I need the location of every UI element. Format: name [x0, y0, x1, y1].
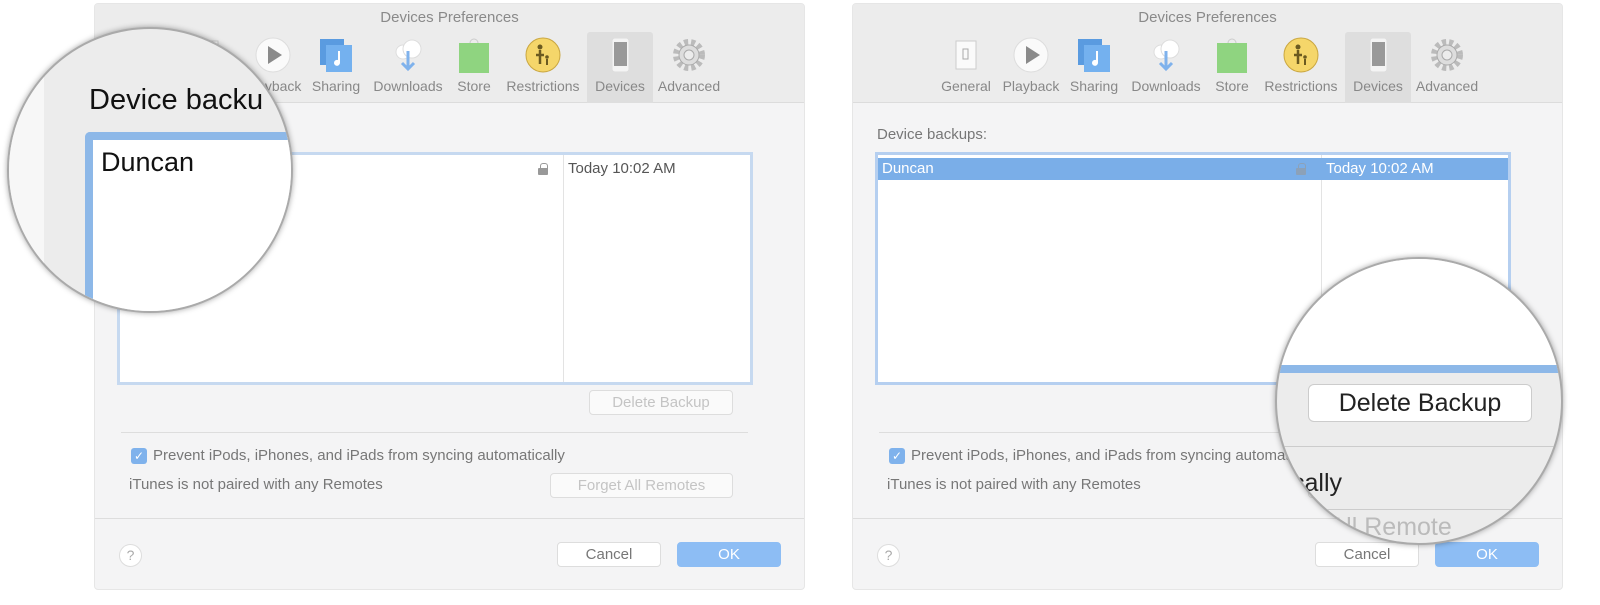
cancel-button[interactable]: Cancel: [557, 542, 661, 567]
toolbar-tab-devices[interactable]: Devices: [587, 32, 653, 103]
toolbar-tab-label: Advanced: [657, 78, 721, 94]
toolbar-tab-advanced[interactable]: Advanced: [1414, 32, 1480, 103]
column-divider: [563, 155, 564, 382]
magnified-forget-fragment: t All Remote: [1317, 513, 1452, 541]
magnifier-left: Device backu Duncan: [7, 27, 293, 313]
window-title: Devices Preferences: [380, 9, 519, 26]
gear-icon: [673, 39, 705, 71]
toolbar-tab-store[interactable]: Store: [441, 32, 507, 103]
magnified-backup-name: Duncan: [101, 147, 195, 177]
backup-date: Today 10:02 AM: [1326, 160, 1434, 177]
play-icon: [255, 37, 291, 73]
ok-button[interactable]: OK: [677, 542, 781, 567]
remotes-status: iTunes is not paired with any Remotes: [887, 476, 1141, 493]
help-button[interactable]: ?: [877, 544, 900, 567]
toolbar-tab-label: Restrictions: [506, 78, 580, 94]
cancel-button[interactable]: Cancel: [1315, 542, 1419, 567]
lock-icon: [538, 163, 548, 175]
cloud-download-icon: [395, 39, 422, 72]
toolbar-tab-label: Restrictions: [1264, 78, 1338, 94]
parental-icon: [1283, 37, 1319, 73]
lock-icon: [1296, 163, 1306, 175]
magnified-text-fragment: cally: [1292, 469, 1343, 497]
delete-backup-button[interactable]: Delete Backup: [589, 390, 733, 415]
toolbar-tab-restrictions[interactable]: Restrictions: [506, 32, 580, 103]
magnified-heading: Device backu: [89, 84, 264, 116]
toolbar-tab-label: Advanced: [1415, 78, 1479, 94]
divider: [95, 518, 804, 519]
prevent-sync-checkbox[interactable]: ✓: [889, 448, 905, 464]
magnified-delete-backup-button: Delete Backup: [1308, 384, 1532, 422]
device-backups-label: Device backups:: [877, 126, 988, 143]
toolbar-tab-restrictions[interactable]: Restrictions: [1264, 32, 1338, 103]
toolbar-tab-sharing[interactable]: Sharing: [303, 32, 369, 103]
forget-remotes-button[interactable]: Forget All Remotes: [550, 473, 733, 498]
remotes-status: iTunes is not paired with any Remotes: [129, 476, 383, 493]
toolbar-tab-devices[interactable]: Devices: [1345, 32, 1411, 103]
shopping-bag-icon: [459, 38, 489, 73]
gear-icon: [1431, 39, 1463, 71]
window-title: Devices Preferences: [1138, 9, 1277, 26]
music-note-icon: [320, 39, 352, 72]
help-button[interactable]: ?: [119, 544, 142, 567]
shopping-bag-icon: [1217, 38, 1247, 73]
ok-button[interactable]: OK: [1435, 542, 1539, 567]
prevent-sync-label: Prevent iPods, iPhones, and iPads from s…: [153, 447, 565, 464]
toolbar: Devices Preferences GeneralPlaybackShari…: [853, 4, 1562, 103]
toolbar-tab-sharing[interactable]: Sharing: [1061, 32, 1127, 103]
divider: [121, 432, 748, 433]
toolbar-tab-store[interactable]: Store: [1199, 32, 1265, 103]
phone-icon: [611, 37, 630, 73]
magnifier-right: Delete Backup cally t All Remote: [1275, 257, 1563, 545]
general-switch-icon: [955, 40, 977, 70]
parental-icon: [525, 37, 561, 73]
backup-date: Today 10:02 AM: [568, 160, 676, 177]
table-row[interactable]: Duncan Today 10:02 AM: [878, 158, 1508, 180]
music-note-icon: [1078, 39, 1110, 72]
play-icon: [1013, 37, 1049, 73]
prevent-sync-label: Prevent iPods, iPhones, and iPads from s…: [911, 447, 1323, 464]
toolbar-tab-advanced[interactable]: Advanced: [656, 32, 722, 103]
backup-name: Duncan: [882, 160, 934, 177]
phone-icon: [1369, 37, 1388, 73]
cloud-download-icon: [1153, 39, 1180, 72]
prevent-sync-checkbox[interactable]: ✓: [131, 448, 147, 464]
